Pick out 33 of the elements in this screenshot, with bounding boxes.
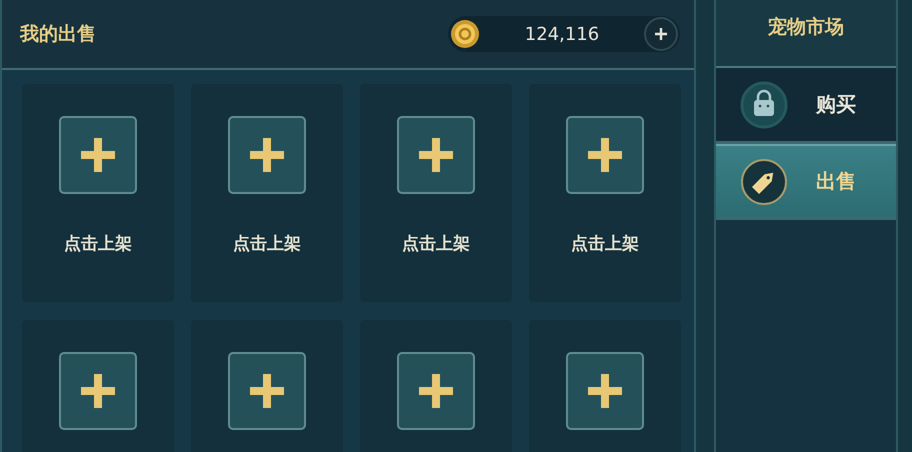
sidebar-title: 宠物市场 <box>768 15 844 40</box>
add-currency-button[interactable] <box>644 17 678 51</box>
add-slot-button[interactable] <box>566 352 644 430</box>
plus-icon <box>78 135 118 175</box>
slot-label: 点击上架 <box>571 233 639 255</box>
plus-icon <box>585 371 625 411</box>
plus-icon <box>247 371 287 411</box>
add-slot-button[interactable] <box>228 116 306 194</box>
coin-amount: 124,116 <box>524 24 600 44</box>
add-slot-button[interactable] <box>59 116 137 194</box>
plus-icon <box>654 27 668 41</box>
market-tab[interactable]: 购买 <box>716 68 896 144</box>
plus-icon <box>78 371 118 411</box>
add-slot-button[interactable] <box>228 352 306 430</box>
slot-card[interactable]: 点击上架 <box>360 84 512 302</box>
slot-card[interactable]: 点击上架 <box>22 84 174 302</box>
panel-title: 我的出售 <box>20 22 96 47</box>
slot-card[interactable]: 点击上架 <box>529 84 681 302</box>
plus-icon <box>247 135 287 175</box>
plus-icon <box>585 135 625 175</box>
add-slot-button[interactable] <box>397 352 475 430</box>
slot-label: 点击上架 <box>402 233 470 255</box>
coin-icon <box>450 19 480 49</box>
add-slot-button[interactable] <box>566 116 644 194</box>
market-tab[interactable]: 出售 <box>716 144 896 220</box>
tag-icon <box>740 158 788 206</box>
plus-icon <box>416 135 456 175</box>
slot-card[interactable]: 点击上架 <box>191 84 343 302</box>
add-slot-button[interactable] <box>397 116 475 194</box>
add-slot-button[interactable] <box>59 352 137 430</box>
slot-label: 点击上架 <box>64 233 132 255</box>
slot-label: 点击上架 <box>233 233 301 255</box>
plus-icon <box>416 371 456 411</box>
